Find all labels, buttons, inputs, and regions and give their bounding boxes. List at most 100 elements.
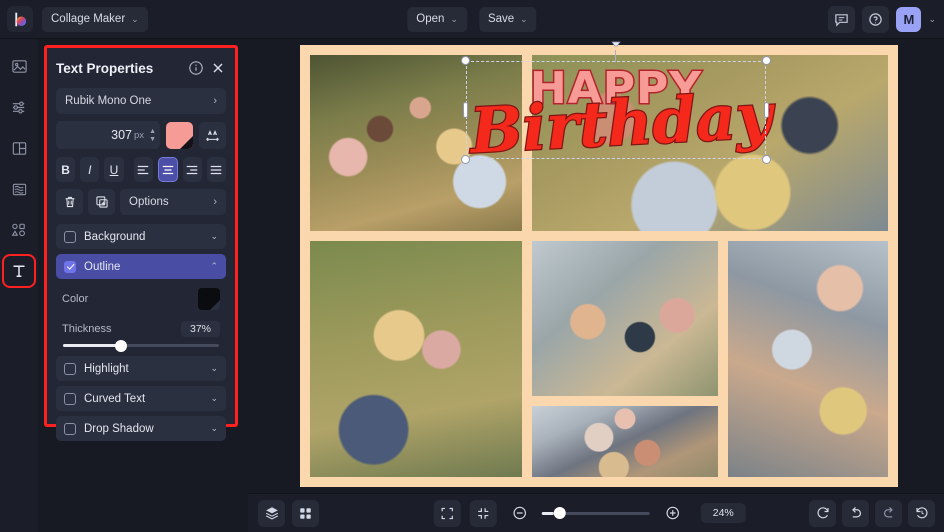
resize-handle-top-right[interactable]	[762, 56, 771, 65]
duplicate-icon[interactable]	[88, 189, 115, 215]
stepper-down-icon[interactable]: ▼	[149, 136, 156, 143]
save-button[interactable]: Save ⌄	[478, 6, 537, 32]
chevron-down-icon: ⌄	[210, 231, 218, 241]
resize-handle-middle-right[interactable]	[764, 102, 769, 118]
bold-button[interactable]: B	[56, 157, 76, 182]
italic-button[interactable]: I	[80, 157, 100, 182]
sidebar-item-graphics[interactable]	[6, 217, 32, 243]
drop-shadow-label: Drop Shadow	[84, 422, 154, 435]
italic-label: I	[88, 162, 92, 177]
underline-button[interactable]: U	[104, 157, 124, 182]
grid-view-icon[interactable]	[292, 499, 319, 527]
align-right-button[interactable]	[182, 157, 202, 182]
letter-spacing-icon[interactable]	[199, 121, 226, 149]
background-checkbox[interactable]	[64, 230, 76, 243]
bottom-bar: 24%	[248, 493, 944, 532]
account-chevron-down-icon[interactable]: ⌄	[928, 14, 936, 25]
reset-icon[interactable]	[809, 499, 836, 527]
resize-handle-middle-left[interactable]	[463, 102, 468, 118]
outline-thickness-value[interactable]: 37%	[180, 321, 220, 337]
expand-icon[interactable]	[433, 499, 461, 527]
slider-track[interactable]	[63, 339, 219, 352]
history-icon[interactable]	[908, 499, 935, 527]
left-tool-rail	[0, 39, 38, 532]
workspace-selector[interactable]: Collage Maker ⌄	[42, 6, 148, 32]
workspace-label: Collage Maker	[51, 13, 126, 25]
zoom-controls: 24%	[433, 499, 746, 527]
outline-color-row: Color	[56, 284, 226, 314]
sidebar-item-images[interactable]	[6, 53, 32, 79]
help-circle-icon[interactable]	[862, 5, 890, 33]
collage-cell-5[interactable]	[532, 406, 718, 477]
collage-cell-6[interactable]	[728, 241, 888, 477]
section-drop-shadow[interactable]: Drop Shadow ⌄	[56, 416, 226, 441]
format-buttons-row: B I U	[56, 157, 226, 182]
font-family-value: Rubik Mono One	[65, 95, 152, 107]
section-outline[interactable]: Outline ⌃	[56, 254, 226, 279]
text-color-swatch[interactable]	[166, 121, 193, 149]
selected-text-object[interactable]: HAPPY Birthday	[461, 41, 775, 169]
sidebar-item-text[interactable]	[2, 254, 36, 288]
section-curved-text[interactable]: Curved Text ⌄	[56, 386, 226, 411]
photo-three-sunglasses-bottom	[532, 406, 718, 477]
align-justify-button[interactable]	[206, 157, 226, 182]
options-label: Options	[129, 196, 169, 208]
zoom-slider[interactable]	[541, 506, 650, 519]
outline-label: Outline	[84, 260, 121, 273]
sidebar-item-adjust[interactable]	[6, 94, 32, 120]
chevron-up-icon: ⌃	[210, 261, 218, 271]
zoom-in-icon[interactable]	[659, 500, 686, 527]
curved-text-checkbox[interactable]	[64, 392, 76, 405]
highlight-checkbox[interactable]	[64, 362, 76, 375]
zoom-slider-thumb[interactable]	[553, 506, 566, 519]
layers-stack-icon[interactable]	[258, 499, 285, 527]
sidebar-item-layouts[interactable]	[6, 135, 32, 161]
align-center-button[interactable]	[157, 157, 178, 182]
chevron-down-icon: ⌄	[131, 13, 139, 24]
rotate-handle[interactable]	[611, 41, 621, 62]
resize-handle-bottom-left[interactable]	[461, 155, 470, 164]
redo-icon[interactable]	[875, 499, 902, 527]
chevron-down-icon: ⌄	[210, 393, 218, 403]
zoom-out-icon[interactable]	[506, 500, 533, 527]
avatar[interactable]: M	[896, 6, 922, 32]
close-icon[interactable]	[210, 60, 226, 76]
resize-handle-bottom-right[interactable]	[762, 155, 771, 164]
font-size-input[interactable]: 307 px ▲ ▼	[56, 121, 160, 149]
section-highlight[interactable]: Highlight ⌄	[56, 356, 226, 381]
drop-shadow-checkbox[interactable]	[64, 422, 76, 435]
info-circle-icon[interactable]	[188, 60, 204, 76]
undo-icon[interactable]	[842, 499, 869, 527]
sidebar-item-backgrounds[interactable]	[6, 176, 32, 202]
chevron-down-icon: ⌄	[520, 13, 528, 24]
chevron-down-icon: ⌄	[210, 423, 218, 433]
section-background[interactable]: Background ⌄	[56, 224, 226, 249]
stepper-up-icon[interactable]: ▲	[149, 128, 156, 135]
options-button[interactable]: Options ›	[120, 189, 226, 215]
collage-cell-4[interactable]	[532, 241, 718, 396]
collapse-icon[interactable]	[469, 499, 497, 527]
slider-thumb[interactable]	[114, 339, 127, 352]
bottom-bar-left	[258, 499, 319, 527]
top-bar-center: Open ⌄ Save ⌄	[407, 6, 537, 32]
trash-icon[interactable]	[56, 189, 83, 215]
font-family-selector[interactable]: Rubik Mono One ›	[56, 88, 226, 114]
zoom-level-value[interactable]: 24%	[700, 503, 746, 523]
chevron-right-icon: ›	[213, 196, 217, 208]
colorwheel-logo-icon[interactable]	[7, 6, 33, 32]
bottom-bar-right	[809, 499, 935, 527]
canvas-area[interactable]: HAPPY Birthday	[248, 39, 944, 493]
outline-thickness-row: Thickness 37%	[56, 314, 226, 344]
outline-checkbox[interactable]	[64, 260, 76, 273]
collage-artboard[interactable]: HAPPY Birthday	[300, 41, 898, 487]
font-size-stepper[interactable]: ▲ ▼	[149, 128, 156, 143]
open-button[interactable]: Open ⌄	[407, 6, 467, 32]
outline-color-swatch[interactable]	[198, 288, 220, 310]
outline-thickness-slider[interactable]	[56, 339, 226, 356]
comment-icon[interactable]	[828, 5, 856, 33]
resize-handle-top-left[interactable]	[461, 56, 470, 65]
align-left-button[interactable]	[133, 157, 153, 182]
underline-label: U	[109, 162, 119, 177]
collage-cell-3[interactable]	[310, 241, 522, 477]
collage-grid: HAPPY Birthday	[310, 41, 888, 477]
